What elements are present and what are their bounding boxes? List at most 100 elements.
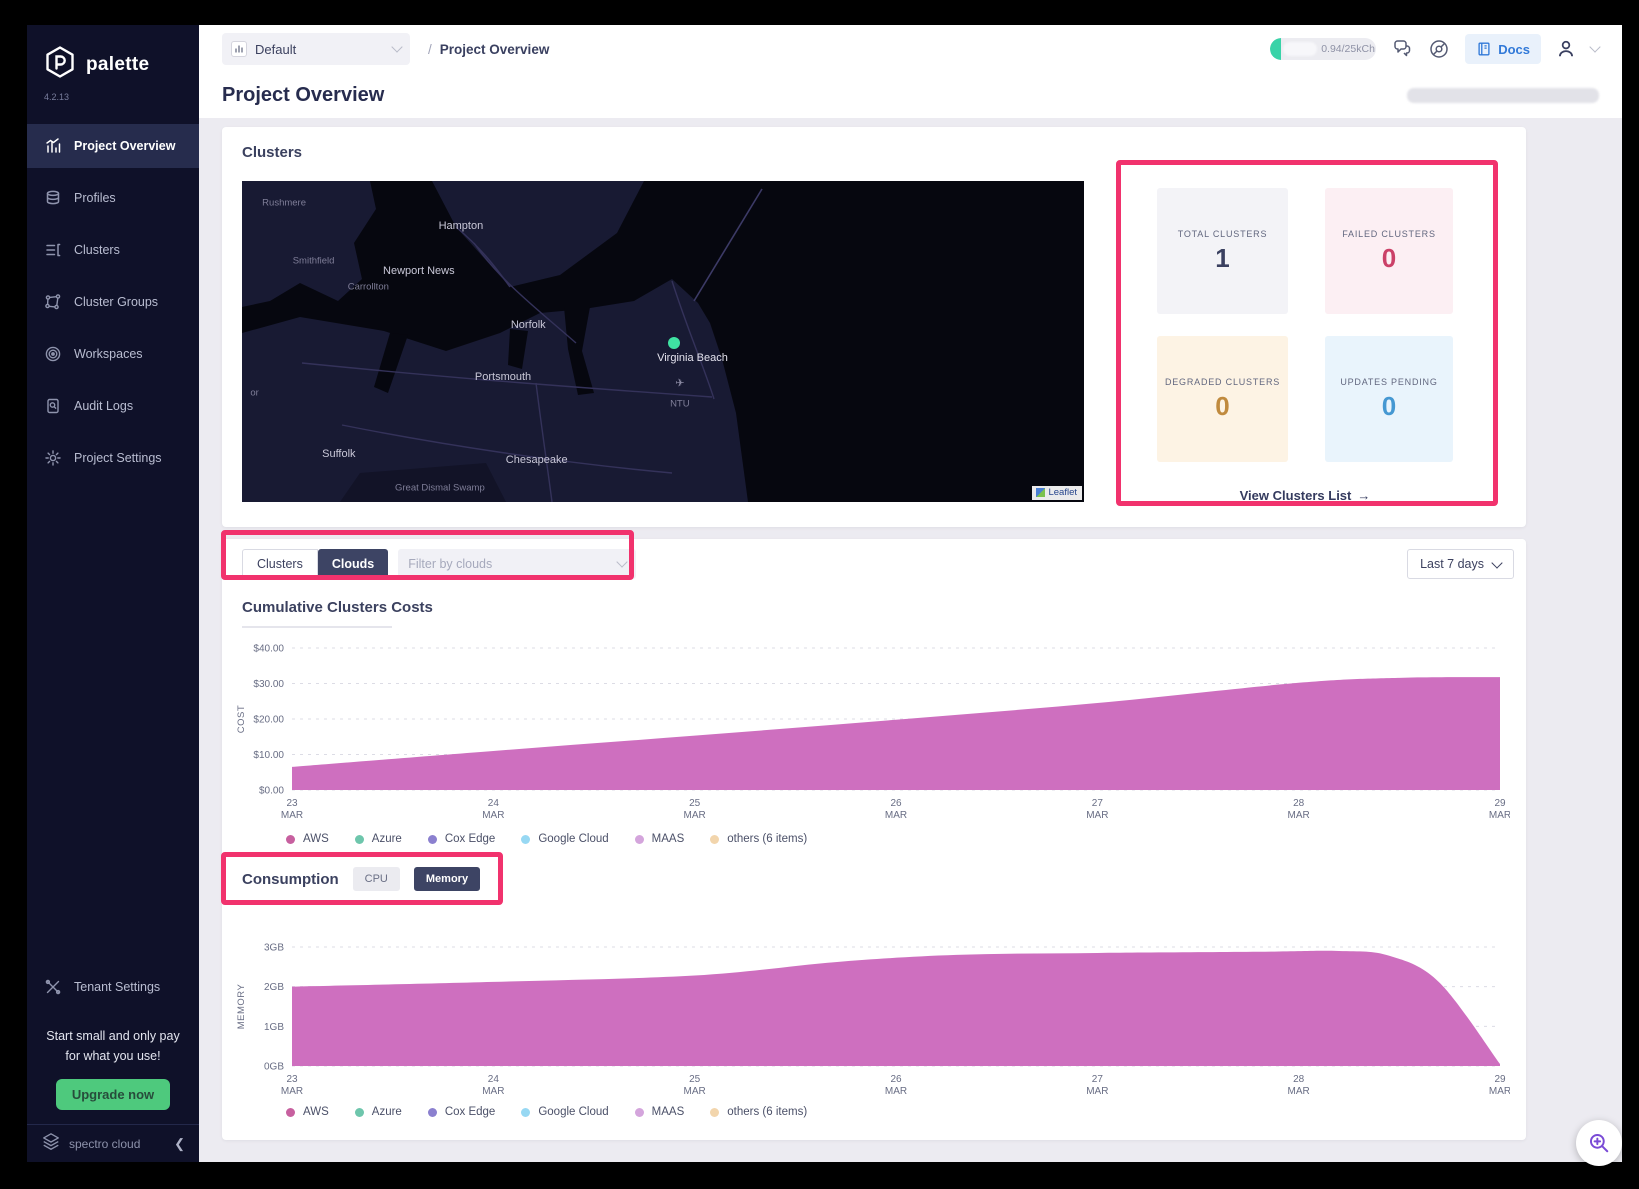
clusters-card-title: Clusters [242, 144, 302, 161]
user-icon[interactable] [1556, 39, 1576, 59]
consumption-title: Consumption [242, 871, 339, 888]
airplane-icon: ✈ [675, 377, 684, 390]
title-row: Project Overview [199, 73, 1622, 117]
divider [242, 626, 392, 628]
toggle-cpu[interactable]: CPU [353, 867, 400, 891]
leaflet-icon [1036, 488, 1045, 497]
cluster-location-marker[interactable] [668, 337, 680, 349]
legend-item[interactable]: others (6 items) [710, 833, 807, 845]
cost-area-chart: $0.00$10.00$20.00$30.00$40.0023MAR24MAR2… [230, 632, 1510, 830]
memory-chart-legend: AWS Azure Cox Edge Google Cloud MAAS oth… [286, 1106, 807, 1118]
legend-dot [710, 835, 719, 844]
legend-item[interactable]: MAAS [635, 1106, 685, 1118]
chart-icon [44, 137, 62, 155]
chevron-down-icon[interactable] [1589, 41, 1600, 52]
project-selector[interactable]: Default [222, 33, 410, 65]
svg-text:$40.00: $40.00 [253, 644, 284, 655]
legend-item[interactable]: Azure [355, 1106, 402, 1118]
upgrade-promo-text: Start small and only pay for what you us… [27, 1027, 199, 1066]
project-chart-icon [231, 41, 247, 57]
sidebar-item-clusters[interactable]: Clusters [27, 228, 199, 272]
legend-dot [355, 1108, 364, 1117]
legend-item[interactable]: Google Cloud [521, 1106, 608, 1118]
main-header: Default / Project Overview 0.94/25kCh Do… [199, 25, 1622, 118]
sidebar-item-workspaces[interactable]: Workspaces [27, 332, 199, 376]
leaflet-attribution[interactable]: Leaflet [1032, 486, 1082, 500]
chevron-down-icon [617, 556, 628, 567]
sidebar-item-audit-logs[interactable]: Audit Logs [27, 384, 199, 428]
sidebar-item-project-overview[interactable]: Project Overview [27, 124, 199, 168]
svg-text:MAR: MAR [281, 810, 303, 821]
collapse-sidebar-icon[interactable]: ❮ [174, 1136, 185, 1152]
legend-item[interactable]: Cox Edge [428, 1106, 496, 1118]
svg-text:MAR: MAR [1288, 1086, 1310, 1097]
sidebar-item-tenant-settings[interactable]: Tenant Settings [27, 965, 199, 1009]
legend-dot [355, 835, 364, 844]
network-icon [44, 293, 62, 311]
svg-text:29: 29 [1494, 1074, 1506, 1085]
consumption-header: Consumption CPU Memory [242, 863, 480, 895]
help-compass-icon[interactable] [1428, 38, 1450, 60]
palette-logo-icon [43, 45, 77, 84]
blurred-text [1407, 88, 1599, 103]
sidebar-item-project-settings[interactable]: Project Settings [27, 436, 199, 480]
breadcrumb-current: Project Overview [440, 42, 550, 57]
view-toggle: Clusters Clouds [242, 549, 388, 579]
sidebar-item-cluster-groups[interactable]: Cluster Groups [27, 280, 199, 324]
arrow-right-icon: → [1357, 488, 1370, 503]
svg-text:25: 25 [689, 798, 701, 809]
legend-item[interactable]: MAAS [635, 833, 685, 845]
legend-item[interactable]: Google Cloud [521, 833, 608, 845]
sidebar-item-label: Clusters [74, 243, 120, 257]
breadcrumb: / Project Overview [428, 42, 549, 57]
svg-text:MAR: MAR [482, 1086, 504, 1097]
audit-log-icon [44, 397, 62, 415]
svg-text:3GB: 3GB [264, 943, 284, 954]
target-icon [44, 345, 62, 363]
svg-text:COST: COST [236, 705, 247, 733]
svg-text:MAR: MAR [885, 1086, 907, 1097]
legend-dot [710, 1108, 719, 1117]
svg-text:$30.00: $30.00 [253, 679, 284, 690]
svg-text:23: 23 [286, 798, 298, 809]
upgrade-now-button[interactable]: Upgrade now [56, 1079, 170, 1110]
legend-item[interactable]: Azure [355, 833, 402, 845]
book-icon [1476, 41, 1492, 57]
usage-badge: 0.94/25kCh [1270, 38, 1376, 60]
docs-button[interactable]: Docs [1465, 34, 1541, 64]
sidebar-item-label: Cluster Groups [74, 295, 158, 309]
sidebar-item-profiles[interactable]: Profiles [27, 176, 199, 220]
usage-progress-bar [1270, 38, 1281, 60]
svg-text:$10.00: $10.00 [253, 750, 284, 761]
chat-icon[interactable] [1391, 38, 1413, 60]
legend-item[interactable]: others (6 items) [710, 1106, 807, 1118]
toggle-memory[interactable]: Memory [414, 867, 480, 891]
sidebar-item-label: Profiles [74, 191, 116, 205]
toggle-clusters[interactable]: Clusters [242, 549, 318, 579]
legend-item[interactable]: AWS [286, 1106, 329, 1118]
legend-item[interactable]: AWS [286, 833, 329, 845]
memory-area-chart: 0GB1GB2GB3GB23MAR24MAR25MAR26MAR27MAR28M… [230, 931, 1510, 1106]
gear-icon [44, 449, 62, 467]
svg-text:MEMORY: MEMORY [236, 984, 247, 1030]
topbar: Default / Project Overview 0.94/25kCh Do… [199, 25, 1622, 73]
toggle-clouds[interactable]: Clouds [318, 549, 388, 579]
sidebar-item-label: Project Settings [74, 451, 162, 465]
view-clusters-list-link[interactable]: View Clusters List→ [1157, 488, 1453, 503]
search-zoom-button[interactable] [1576, 1120, 1622, 1166]
svg-text:$0.00: $0.00 [259, 786, 284, 797]
svg-text:29: 29 [1494, 798, 1506, 809]
svg-text:27: 27 [1092, 798, 1104, 809]
list-icon [44, 241, 62, 259]
svg-text:MAR: MAR [1086, 1086, 1108, 1097]
legend-dot [635, 1108, 644, 1117]
stat-failed-clusters: FAILED CLUSTERS 0 [1325, 188, 1453, 314]
clusters-map[interactable]: Rushmere Hampton Smithfield Newport News… [242, 181, 1084, 502]
legend-item[interactable]: Cox Edge [428, 833, 496, 845]
chevron-down-icon [391, 41, 402, 52]
sidebar-footer: spectro cloud ❮ [27, 1124, 199, 1162]
blurred-text [1283, 42, 1317, 56]
date-range-select[interactable]: Last 7 days [1407, 549, 1514, 579]
filter-by-clouds-select[interactable]: Filter by clouds [398, 549, 636, 579]
svg-text:26: 26 [890, 1074, 902, 1085]
